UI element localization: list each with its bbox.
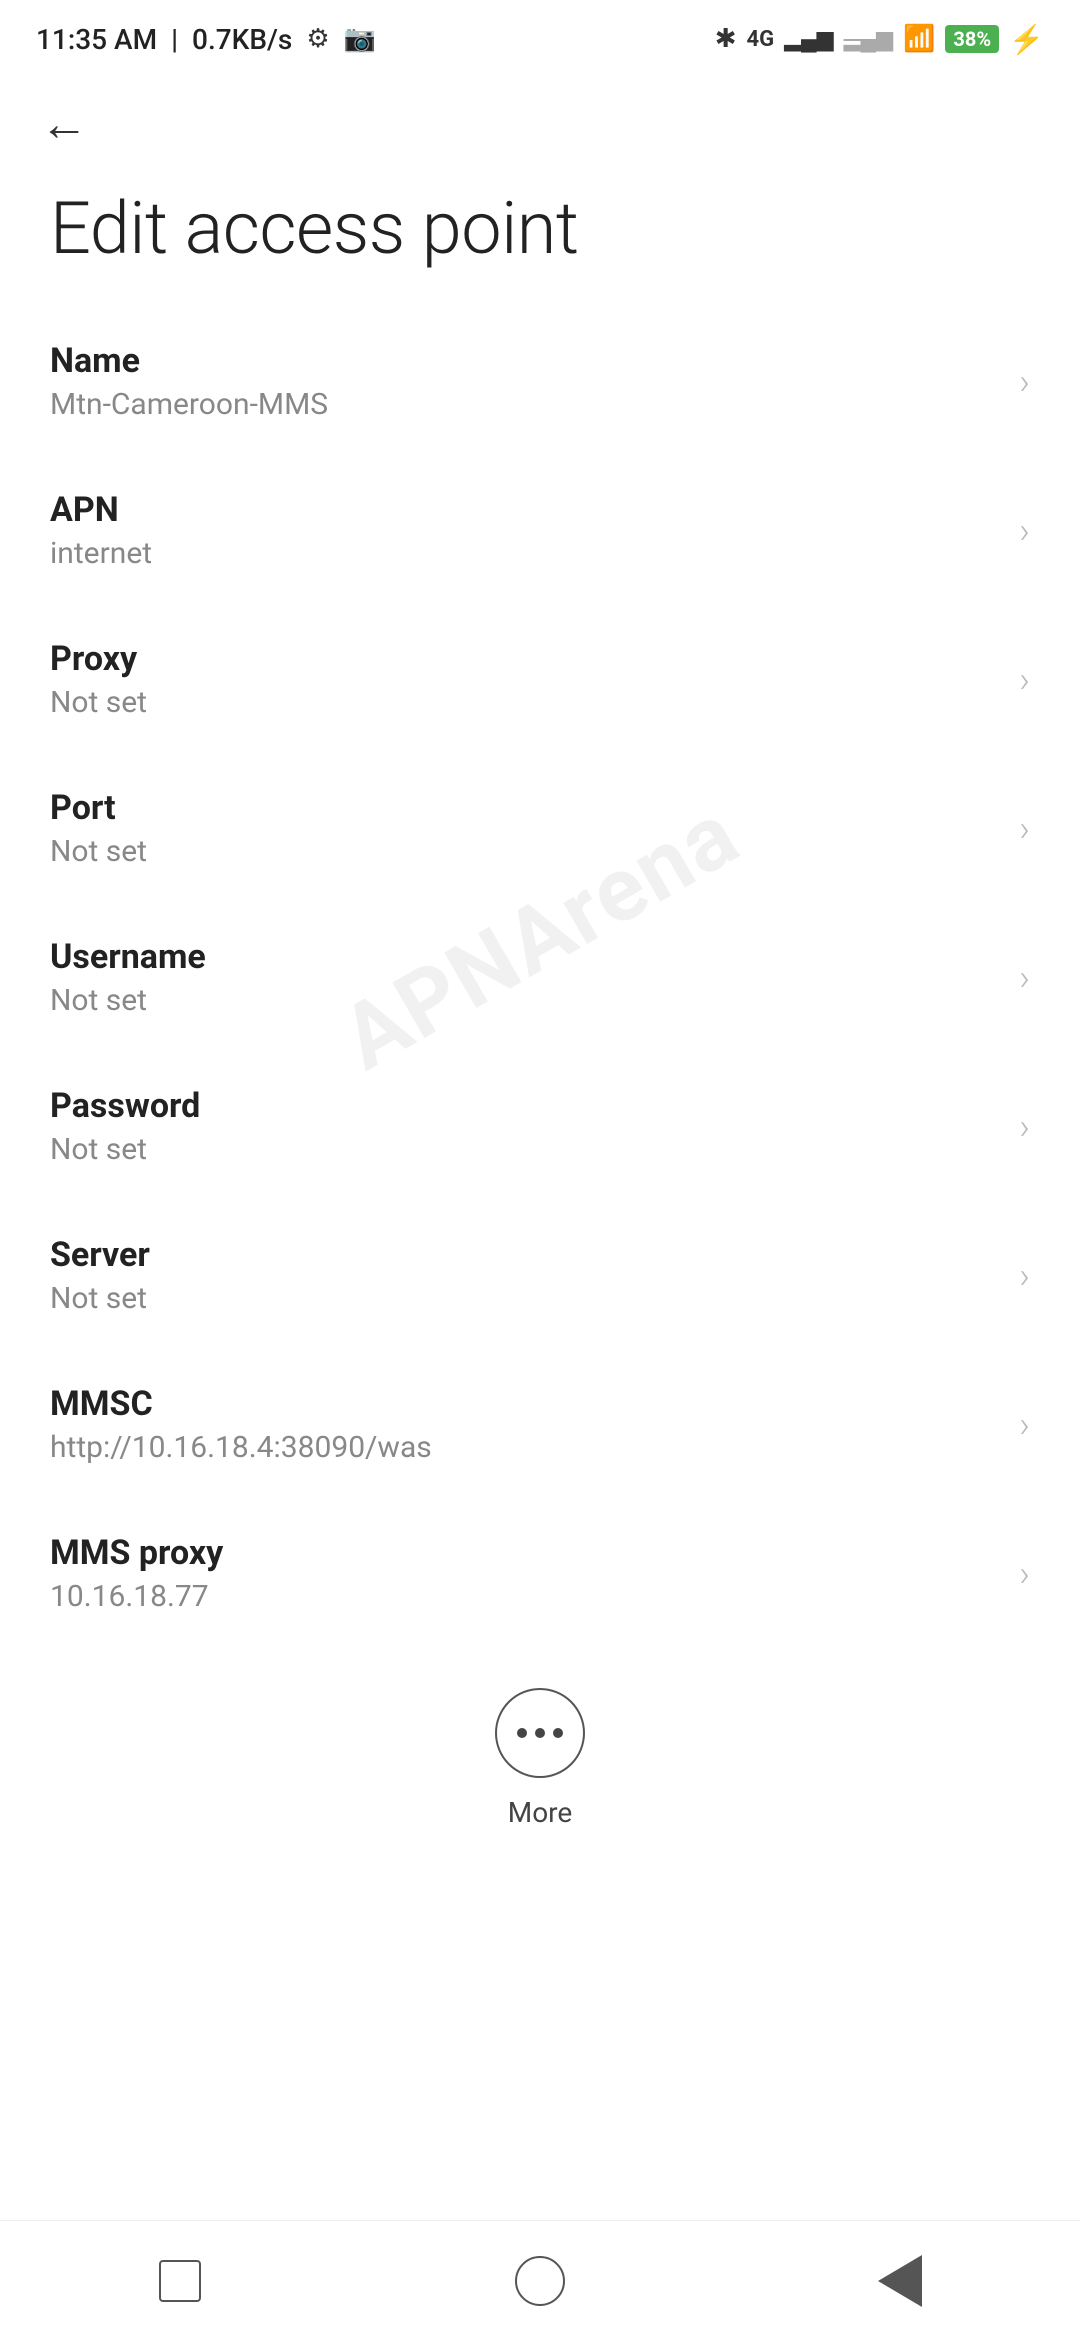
settings-item-port[interactable]: Port Not set ›: [0, 754, 1080, 903]
settings-item-content-username: Username Not set: [50, 937, 999, 1018]
settings-value-password: Not set: [50, 1132, 999, 1167]
settings-item-content-apn: APN internet: [50, 490, 999, 571]
settings-value-name: Mtn-Cameroon-MMS: [50, 387, 999, 422]
settings-item-proxy[interactable]: Proxy Not set ›: [0, 605, 1080, 754]
settings-item-name[interactable]: Name Mtn-Cameroon-MMS ›: [0, 307, 1080, 456]
settings-label-server: Server: [50, 1235, 999, 1275]
signal-icon2: ▂▄▆: [844, 26, 893, 52]
settings-item-content-mmsc: MMSC http://10.16.18.4:38090/was: [50, 1384, 999, 1465]
settings-label-name: Name: [50, 341, 999, 381]
dot1: [517, 1728, 527, 1738]
chevron-right-icon-port: ›: [1019, 808, 1030, 850]
status-bar: 11:35 AM | 0.7KB/s ⚙ 📷 ✱ 4G ▂▄▆ ▂▄▆ 📶 38…: [0, 0, 1080, 72]
settings-item-content-name: Name Mtn-Cameroon-MMS: [50, 341, 999, 422]
recents-icon: [159, 2260, 201, 2302]
settings-value-port: Not set: [50, 834, 999, 869]
chevron-right-icon-username: ›: [1019, 957, 1030, 999]
chevron-right-icon-proxy: ›: [1019, 659, 1030, 701]
more-label: More: [508, 1796, 573, 1829]
more-dots-icon: [517, 1728, 563, 1738]
page-title: Edit access point: [0, 158, 1080, 307]
dot3: [553, 1728, 563, 1738]
settings-item-password[interactable]: Password Not set ›: [0, 1052, 1080, 1201]
settings-value-mmsc: http://10.16.18.4:38090/was: [50, 1430, 999, 1465]
dot2: [535, 1728, 545, 1738]
status-network-speed: 0.7KB/s: [192, 23, 292, 56]
navigation-bar: [0, 2220, 1080, 2340]
settings-item-content-server: Server Not set: [50, 1235, 999, 1316]
nav-recent-button[interactable]: [120, 2241, 240, 2321]
settings-item-content-proxy: Proxy Not set: [50, 639, 999, 720]
more-action-area: More: [0, 1658, 1080, 1849]
main-content: Name Mtn-Cameroon-MMS › APN internet › P…: [0, 307, 1080, 2009]
chevron-right-icon-apn: ›: [1019, 510, 1030, 552]
settings-value-apn: internet: [50, 536, 999, 571]
settings-item-content-port: Port Not set: [50, 788, 999, 869]
settings-icon: ⚙: [306, 24, 329, 54]
settings-value-proxy: Not set: [50, 685, 999, 720]
status-left: 11:35 AM | 0.7KB/s ⚙ 📷: [36, 23, 376, 56]
settings-label-proxy: Proxy: [50, 639, 999, 679]
battery-indicator: 38%: [945, 25, 999, 53]
settings-item-content-mms-proxy: MMS proxy 10.16.18.77: [50, 1533, 999, 1614]
chevron-right-icon-password: ›: [1019, 1106, 1030, 1148]
chevron-right-icon-mms-proxy: ›: [1019, 1553, 1030, 1595]
status-speed: |: [171, 23, 178, 56]
settings-label-mmsc: MMSC: [50, 1384, 999, 1424]
settings-item-mms-proxy[interactable]: MMS proxy 10.16.18.77 ›: [0, 1499, 1080, 1648]
back-icon: [878, 2255, 922, 2307]
settings-value-username: Not set: [50, 983, 999, 1018]
settings-item-content-password: Password Not set: [50, 1086, 999, 1167]
chevron-right-icon-name: ›: [1019, 361, 1030, 403]
wifi-icon: 📶: [903, 24, 935, 54]
toolbar: ←: [0, 72, 1080, 158]
nav-home-button[interactable]: [480, 2241, 600, 2321]
settings-value-mms-proxy: 10.16.18.77: [50, 1579, 999, 1614]
settings-label-port: Port: [50, 788, 999, 828]
chevron-right-icon-server: ›: [1019, 1255, 1030, 1297]
chevron-right-icon-mmsc: ›: [1019, 1404, 1030, 1446]
charging-icon: ⚡: [1009, 23, 1044, 56]
bluetooth-icon: ✱: [715, 24, 737, 54]
status-right: ✱ 4G ▂▄▆ ▂▄▆ 📶 38% ⚡: [715, 23, 1044, 56]
settings-item-mmsc[interactable]: MMSC http://10.16.18.4:38090/was ›: [0, 1350, 1080, 1499]
back-button[interactable]: ←: [40, 100, 1040, 148]
settings-item-server[interactable]: Server Not set ›: [0, 1201, 1080, 1350]
settings-item-username[interactable]: Username Not set ›: [0, 903, 1080, 1052]
signal-icon: ▂▄▆: [784, 26, 833, 52]
settings-value-server: Not set: [50, 1281, 999, 1316]
more-button[interactable]: [495, 1688, 585, 1778]
settings-list: Name Mtn-Cameroon-MMS › APN internet › P…: [0, 307, 1080, 1648]
nav-back-button[interactable]: [840, 2241, 960, 2321]
settings-label-password: Password: [50, 1086, 999, 1126]
settings-item-apn[interactable]: APN internet ›: [0, 456, 1080, 605]
status-time: 11:35 AM: [36, 23, 157, 56]
settings-label-apn: APN: [50, 490, 999, 530]
network-4g-icon: 4G: [747, 27, 775, 52]
camera-icon: 📷: [344, 24, 376, 54]
home-icon: [515, 2256, 565, 2306]
settings-label-mms-proxy: MMS proxy: [50, 1533, 999, 1573]
back-arrow-icon: ←: [40, 100, 88, 148]
settings-label-username: Username: [50, 937, 999, 977]
